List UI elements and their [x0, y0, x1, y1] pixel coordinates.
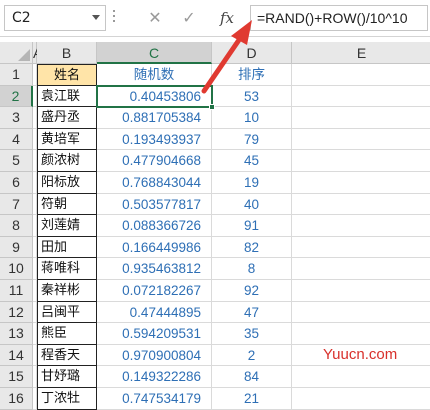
annotation-arrow-icon	[201, 20, 252, 94]
